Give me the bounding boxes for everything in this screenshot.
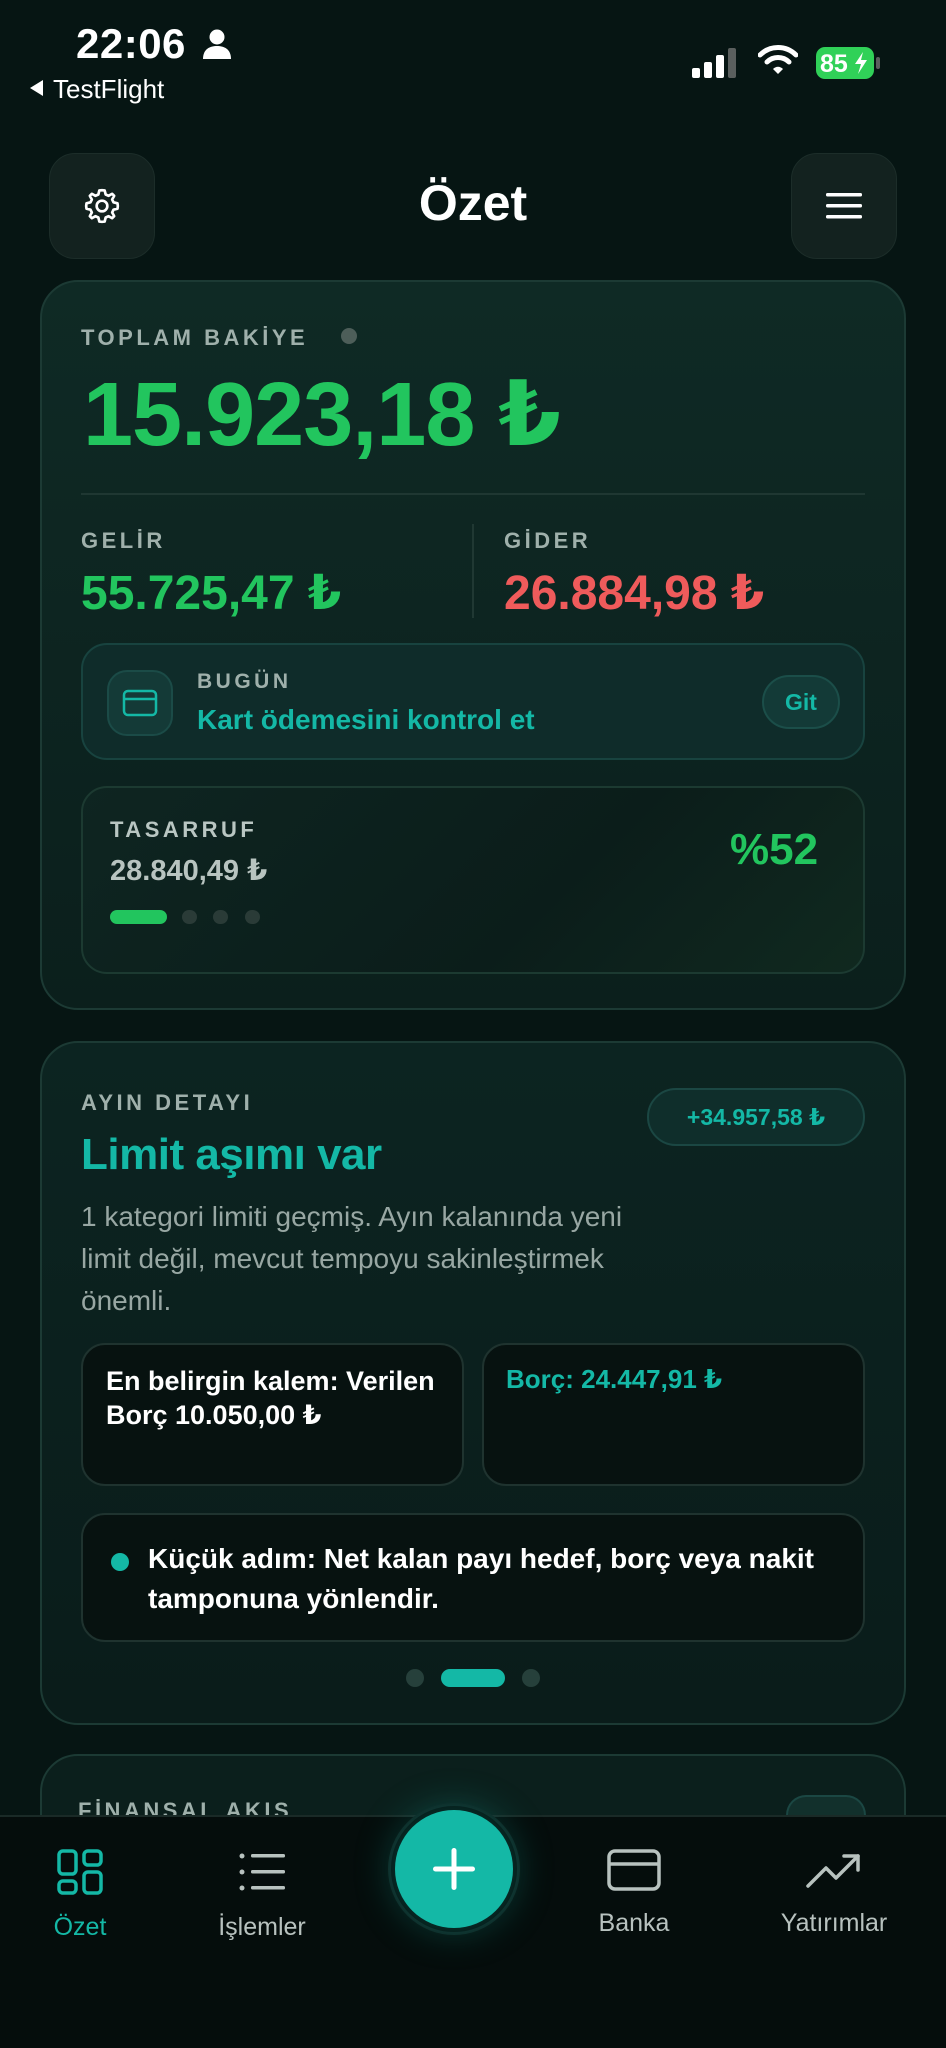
credit-card-icon [607, 1849, 661, 1891]
pager-dot[interactable] [245, 910, 260, 924]
month-detail-label: AYIN DETAYI [81, 1090, 254, 1115]
debt-text: Borç: 24.447,91 ₺ [506, 1364, 723, 1394]
back-arrow-icon [30, 80, 43, 96]
cellular-signal-icon [692, 48, 736, 78]
list-icon [239, 1853, 285, 1891]
savings-percent: %52 [730, 825, 819, 874]
info-dot-icon[interactable] [341, 328, 357, 344]
bullet-icon [111, 1553, 129, 1571]
today-icon-container [107, 670, 173, 736]
vertical-divider [472, 524, 474, 618]
pager-dot-active[interactable] [110, 910, 167, 924]
nav-item-banka[interactable]: Banka [539, 1848, 729, 1938]
dashboard-grid-icon [57, 1849, 103, 1895]
battery-indicator: 85 [815, 46, 881, 80]
nav-label: Banka [598, 1909, 670, 1937]
total-balance-value: 15.923,18 ₺ [83, 365, 561, 465]
trending-up-icon [806, 1854, 860, 1888]
today-task-text: Kart ödemesini kontrol et [197, 704, 535, 735]
nav-item-ozet[interactable]: Özet [0, 1848, 175, 1942]
nav-label: İşlemler [218, 1913, 306, 1941]
expense-label: GİDER [504, 528, 592, 553]
pager-dot[interactable] [406, 1669, 424, 1687]
income-label: GELİR [81, 528, 166, 553]
today-label: BUGÜN [197, 670, 292, 693]
nav-item-yatirimlar[interactable]: Yatırımlar [739, 1848, 929, 1938]
expense-value: 26.884,98 ₺ [504, 567, 765, 620]
income-value: 55.725,47 ₺ [81, 567, 342, 620]
nav-label: Özet [53, 1913, 107, 1941]
top-item-text: En belirgin kalem: Verilen Borç 10.050,0… [106, 1366, 435, 1430]
back-app-label: TestFlight [53, 74, 165, 104]
savings-value: 28.840,49 ₺ [110, 855, 268, 887]
person-icon [203, 29, 231, 59]
battery-level: 85 [820, 50, 848, 78]
savings-label: TASARRUF [110, 817, 258, 842]
month-status-title: Limit aşımı var [81, 1130, 382, 1179]
month-description: 1 kategori limiti geçmiş. Ayın kalanında… [81, 1201, 623, 1316]
menu-button[interactable] [791, 153, 897, 259]
pager-dot-active[interactable] [441, 1669, 505, 1687]
plus-icon [433, 1848, 475, 1890]
pager-dot[interactable] [182, 910, 197, 924]
pager-dot[interactable] [213, 910, 228, 924]
credit-card-icon [122, 689, 158, 717]
nav-label: Yatırımlar [780, 1909, 888, 1937]
status-time: 22:06 [76, 20, 186, 67]
back-to-app-link[interactable]: TestFlight [30, 74, 164, 105]
today-reminder[interactable] [81, 643, 865, 760]
total-balance-label: TOPLAM BAKİYE [81, 325, 309, 350]
month-net-badge: +34.957,58 ₺ [647, 1088, 865, 1146]
wifi-icon [758, 45, 798, 74]
add-transaction-button[interactable] [395, 1810, 513, 1928]
go-button[interactable]: Git [762, 675, 840, 729]
hamburger-menu-icon [826, 193, 862, 219]
divider [81, 493, 865, 495]
tip-text: Küçük adım: Net kalan payı hedef, borç v… [148, 1543, 814, 1614]
pager-dot[interactable] [522, 1669, 540, 1687]
nav-item-islemler[interactable]: İşlemler [167, 1848, 357, 1942]
